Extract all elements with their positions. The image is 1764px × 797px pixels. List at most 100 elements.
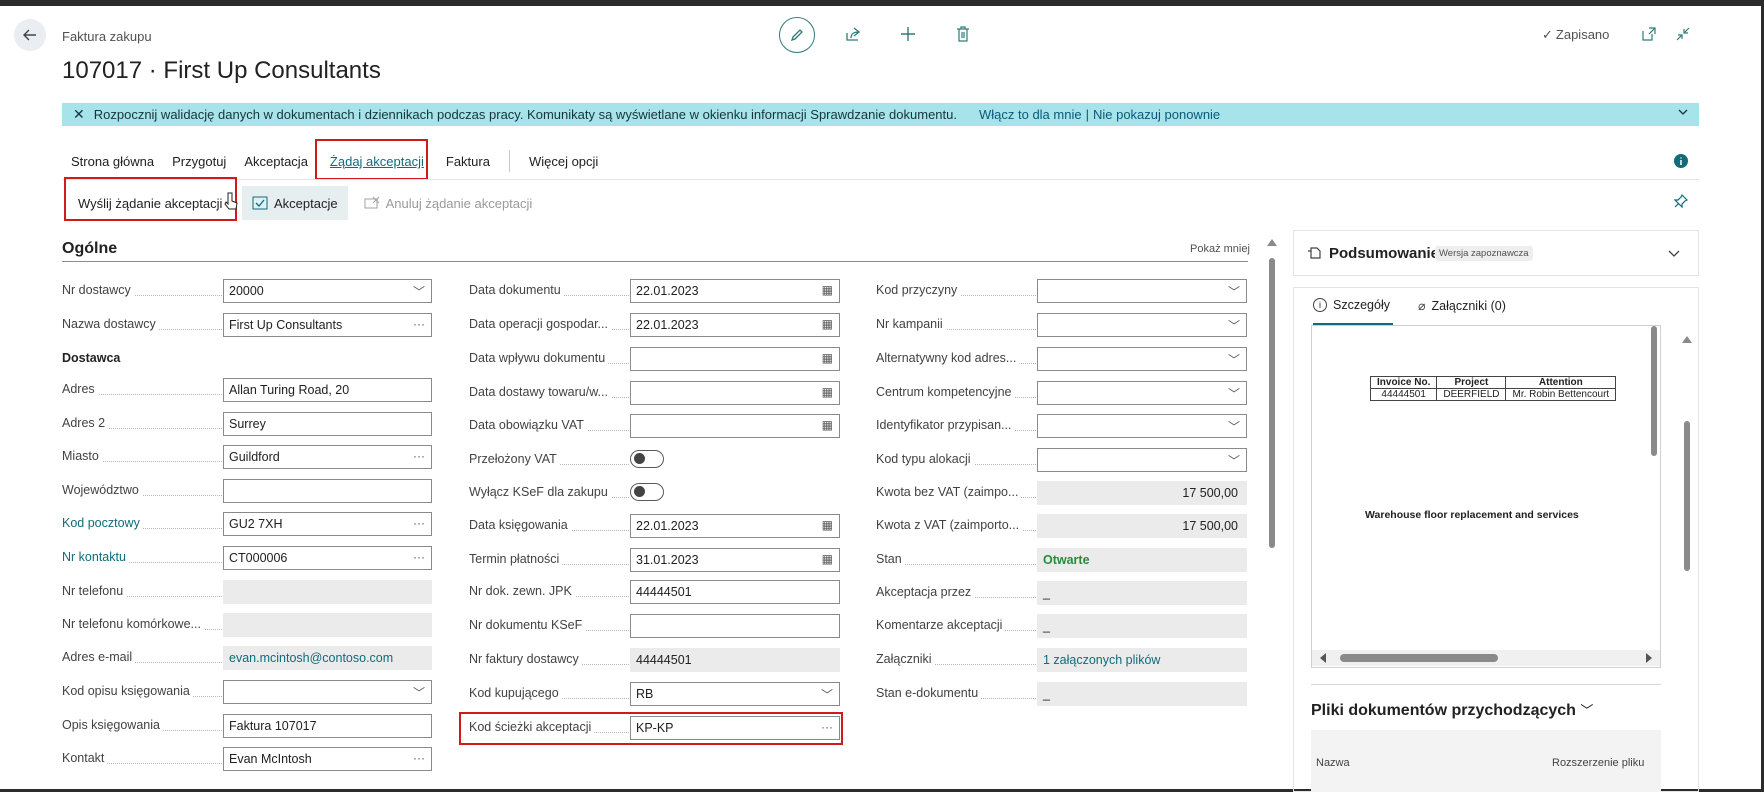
op-date-input[interactable]: 22.01.2023 ▦ (630, 313, 840, 337)
chevron-down-icon[interactable]: ﹀ (1228, 283, 1240, 300)
email-link[interactable]: evan.mcintosh@contoso.com (223, 646, 432, 670)
ext-doc-jpk-input[interactable]: 44444501 (630, 580, 840, 604)
ksef-doc-input[interactable] (630, 614, 840, 638)
tab-details[interactable]: i Szczegóły (1313, 298, 1390, 312)
purchaser-select[interactable]: RB ﹀ (630, 682, 840, 706)
open-new-window-button[interactable] (1640, 25, 1658, 43)
reason-code-select[interactable]: ﹀ (1037, 279, 1247, 303)
address-input[interactable]: Allan Turing Road, 20 (223, 378, 432, 402)
new-button[interactable] (898, 24, 918, 44)
tab-prepare[interactable]: Przygotuj (163, 150, 235, 174)
tab-approval[interactable]: Akceptacja (235, 150, 317, 174)
chevron-down-icon[interactable]: ﹀ (1228, 351, 1240, 368)
field-doc-date: Data dokumentu 22.01.2023 ▦ (469, 279, 840, 303)
more-options-icon[interactable]: ··· (413, 317, 425, 331)
vendor-name-input[interactable]: First Up Consultants ··· (223, 313, 432, 337)
info-button[interactable] (1672, 152, 1690, 170)
posting-date-input[interactable]: 22.01.2023 ▦ (630, 514, 840, 538)
back-button[interactable] (14, 19, 46, 51)
chevron-down-icon[interactable] (1667, 247, 1681, 265)
vat-date-input[interactable]: ▦ (630, 414, 840, 438)
contact-no-input[interactable]: CT000006 ··· (223, 546, 432, 570)
assigned-id-select[interactable]: ﹀ (1037, 414, 1247, 438)
share-button[interactable] (843, 24, 863, 44)
field-label: Data dostawy towaru/w... (469, 385, 611, 399)
approvals-label: Akceptacje (274, 195, 338, 211)
preview-vscrollbar[interactable] (1648, 326, 1660, 639)
calendar-icon[interactable]: ▦ (822, 518, 833, 532)
chevron-down-icon[interactable]: ﹀ (821, 686, 833, 703)
document-preview[interactable]: Invoice No. Project Attention 44444501 D… (1311, 325, 1661, 668)
tab-attachments[interactable]: ⌀ Załączniki (0) (1418, 298, 1506, 314)
check-icon: ✓ (1542, 27, 1553, 42)
tab-home[interactable]: Strona główna (62, 150, 163, 174)
more-options-icon[interactable]: ··· (413, 751, 425, 765)
column-header-name[interactable]: Nazwa (1316, 757, 1350, 769)
tab-divider (508, 150, 510, 172)
due-date-input[interactable]: 31.01.2023 ▦ (630, 548, 840, 572)
tab-more-options[interactable]: Więcej opcji (520, 150, 607, 174)
chevron-down-icon[interactable]: ﹀ (1228, 385, 1240, 402)
attachments-link[interactable]: 1 załączonych plików (1037, 648, 1247, 672)
field-label: Data obowiązku VAT (469, 418, 587, 432)
preview-hscrollbar[interactable] (1312, 650, 1660, 666)
posting-desc-code-select[interactable]: ﹀ (223, 680, 432, 704)
address2-input[interactable]: Surrey (223, 412, 432, 436)
pin-button[interactable] (1672, 192, 1690, 210)
banner-separator: | (1085, 107, 1089, 122)
alloc-type-select[interactable]: ﹀ (1037, 448, 1247, 472)
vendor-invoice-value: 44444501 (630, 648, 840, 672)
county-input[interactable] (223, 479, 432, 503)
factbox-scrollbar[interactable] (1680, 333, 1694, 573)
alt-address-select[interactable]: ﹀ (1037, 347, 1247, 371)
doc-date-input[interactable]: 22.01.2023 ▦ (630, 279, 840, 303)
receipt-date-input[interactable]: ▦ (630, 347, 840, 371)
column-header-extension[interactable]: Rozszerzenie pliku (1552, 757, 1644, 769)
field-value: Evan McIntosh (229, 752, 312, 766)
show-less-link[interactable]: Pokaż mniej (1190, 243, 1250, 255)
field-label: Kod typu alokacji (876, 452, 974, 466)
chevron-down-icon[interactable]: ﹀ (413, 684, 425, 701)
approval-comments-value: _ (1037, 614, 1247, 638)
calendar-icon[interactable]: ▦ (822, 283, 833, 297)
more-options-icon[interactable]: ··· (413, 449, 425, 463)
more-options-icon[interactable]: ··· (413, 550, 425, 564)
edit-button[interactable] (779, 17, 815, 53)
calendar-icon[interactable]: ▦ (822, 351, 833, 365)
chevron-down-icon[interactable] (1677, 106, 1689, 121)
mouse-cursor-icon (224, 192, 238, 215)
approvals-button[interactable]: Akceptacje (242, 186, 348, 220)
pencil-icon (790, 29, 803, 42)
vat-postponed-toggle[interactable] (630, 450, 664, 468)
chevron-down-icon[interactable]: ﹀ (1228, 452, 1240, 469)
main-scrollbar[interactable] (1266, 236, 1278, 792)
post-code-input[interactable]: GU2 7XH ··· (223, 512, 432, 536)
responsibility-center-select[interactable]: ﹀ (1037, 381, 1247, 405)
calendar-icon[interactable]: ▦ (822, 418, 833, 432)
contact-input[interactable]: Evan McIntosh ··· (223, 747, 432, 771)
breadcrumb: Faktura zakupu (62, 29, 152, 44)
collapse-button[interactable] (1674, 25, 1692, 43)
delete-button[interactable] (953, 24, 973, 44)
tab-invoice[interactable]: Faktura (437, 150, 499, 174)
city-input[interactable]: Guildford ··· (223, 445, 432, 469)
summary-icon (1307, 246, 1321, 265)
dismiss-link[interactable]: Nie pokazuj ponownie (1093, 107, 1220, 122)
enable-link[interactable]: Włącz to dla mnie (979, 107, 1082, 122)
incoming-files-title[interactable]: Pliki dokumentów przychodzących ﹀ (1311, 700, 1593, 720)
calendar-icon[interactable]: ▦ (822, 552, 833, 566)
field-label: Kod opisu księgowania (62, 684, 193, 698)
calendar-icon[interactable]: ▦ (822, 385, 833, 399)
cancel-approval-request-button[interactable]: Anuluj żądanie akceptacji (354, 186, 543, 220)
posting-desc-input[interactable]: Faktura 107017 (223, 714, 432, 738)
more-options-icon[interactable]: ··· (413, 516, 425, 530)
ksef-exclude-toggle[interactable] (630, 483, 664, 501)
chevron-down-icon[interactable]: ﹀ (1228, 317, 1240, 334)
chevron-down-icon[interactable]: ﹀ (413, 283, 425, 300)
close-icon[interactable]: ✕ (73, 106, 85, 123)
delivery-date-input[interactable]: ▦ (630, 381, 840, 405)
chevron-down-icon[interactable]: ﹀ (1228, 418, 1240, 435)
campaign-select[interactable]: ﹀ (1037, 313, 1247, 337)
calendar-icon[interactable]: ▦ (822, 317, 833, 331)
vendor-no-input[interactable]: 20000 ﹀ (223, 279, 432, 303)
